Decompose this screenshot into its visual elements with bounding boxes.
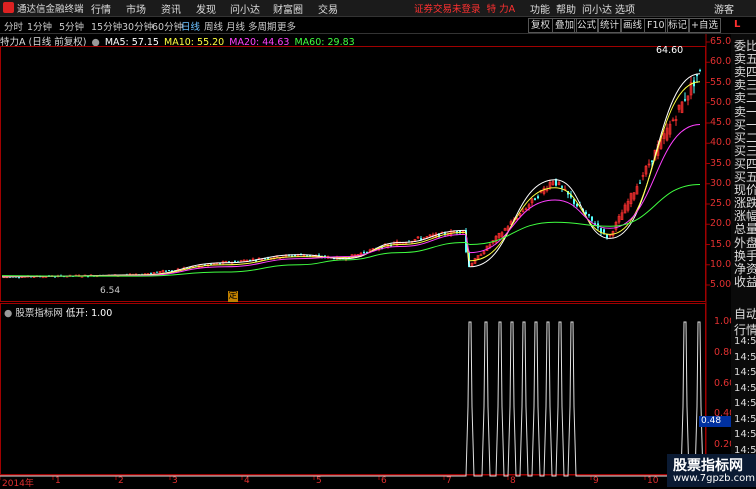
candle-body-down <box>54 276 56 278</box>
ma-line-ma10 <box>1 81 701 277</box>
candle-body-up <box>41 276 45 279</box>
candle-body-down <box>363 251 365 254</box>
kline-chart[interactable] <box>0 0 756 487</box>
indicator-title: 股票指标网 <box>15 308 63 319</box>
time-tick: 7 <box>446 476 452 486</box>
candle-body-down <box>588 214 590 216</box>
ma-line-ma60 <box>1 183 701 277</box>
candle-body-down <box>699 69 701 71</box>
time-tick: 5 <box>316 476 322 486</box>
candle-body-down <box>210 263 212 265</box>
candle-body-down <box>696 74 698 77</box>
watermark-url: www.7gpzb.com <box>673 473 755 484</box>
ma-line-ma5 <box>1 73 701 278</box>
tick-time: 14:56 <box>734 429 756 440</box>
time-tick: 1 <box>55 476 61 486</box>
tick-time: 14:56 <box>734 398 756 409</box>
indicator-pane-frame <box>0 303 706 475</box>
tick-time: 14:56 <box>734 351 756 363</box>
indicator-info: ● 股票指标网 低开: 1.00 <box>4 305 112 319</box>
candle-body-down <box>18 277 20 279</box>
time-tick: 6 <box>381 476 387 486</box>
indicator-current-value: 0.48 <box>699 416 731 427</box>
time-tick: 4 <box>244 476 250 486</box>
candle-body-down <box>651 160 653 162</box>
time-tick: 8 <box>510 476 516 486</box>
time-tick: 3 <box>172 476 178 486</box>
watermark: 股票指标网 www.7gpzb.com <box>667 454 756 487</box>
tick-time: 14:56 <box>734 367 756 378</box>
candle-body-down <box>561 186 563 188</box>
candle-body-down <box>684 99 686 101</box>
indicator-line <box>0 321 706 477</box>
panel-header: L <box>734 19 741 30</box>
candle-body-down <box>534 198 536 201</box>
time-tick: 10 <box>647 476 659 486</box>
price-pane-frame <box>0 46 706 302</box>
candle-body-down <box>639 182 641 184</box>
candle-body-down <box>234 260 236 262</box>
candle-body-down <box>168 270 170 272</box>
candle-body-down <box>603 229 605 233</box>
tick-time: 14:56 <box>734 336 756 347</box>
candle-body-down <box>537 196 539 199</box>
ma-line-ma20 <box>2 123 701 277</box>
candle-body-down <box>591 216 593 221</box>
high-annotation: 64.60 <box>656 45 684 56</box>
candle-body-down <box>585 211 587 215</box>
tick-time: 14:56 <box>734 413 756 425</box>
settings-dot-icon[interactable]: ● <box>4 308 12 319</box>
indicator-label: 低开: 1.00 <box>65 308 113 319</box>
price-tick: 5.00 <box>710 279 732 290</box>
time-tick: 2 <box>118 476 124 486</box>
tick-time: 14:56 <box>734 382 756 394</box>
candle-body-down <box>219 263 221 265</box>
time-tick: 2014年 <box>2 479 34 489</box>
candle-body-down <box>165 270 167 272</box>
event-marker[interactable]: 定 <box>228 291 238 302</box>
tick-time: 自动 <box>734 307 756 321</box>
watermark-title: 股票指标网 <box>673 458 743 474</box>
candle-body-down <box>420 238 422 240</box>
time-tick: 9 <box>593 476 599 486</box>
candle-body-down <box>156 271 158 273</box>
candle-body-down <box>150 273 152 275</box>
tick-time: 行情 <box>734 322 756 337</box>
low-annotation: 6.54 <box>100 286 121 296</box>
quote-label: 收益 <box>734 274 756 289</box>
